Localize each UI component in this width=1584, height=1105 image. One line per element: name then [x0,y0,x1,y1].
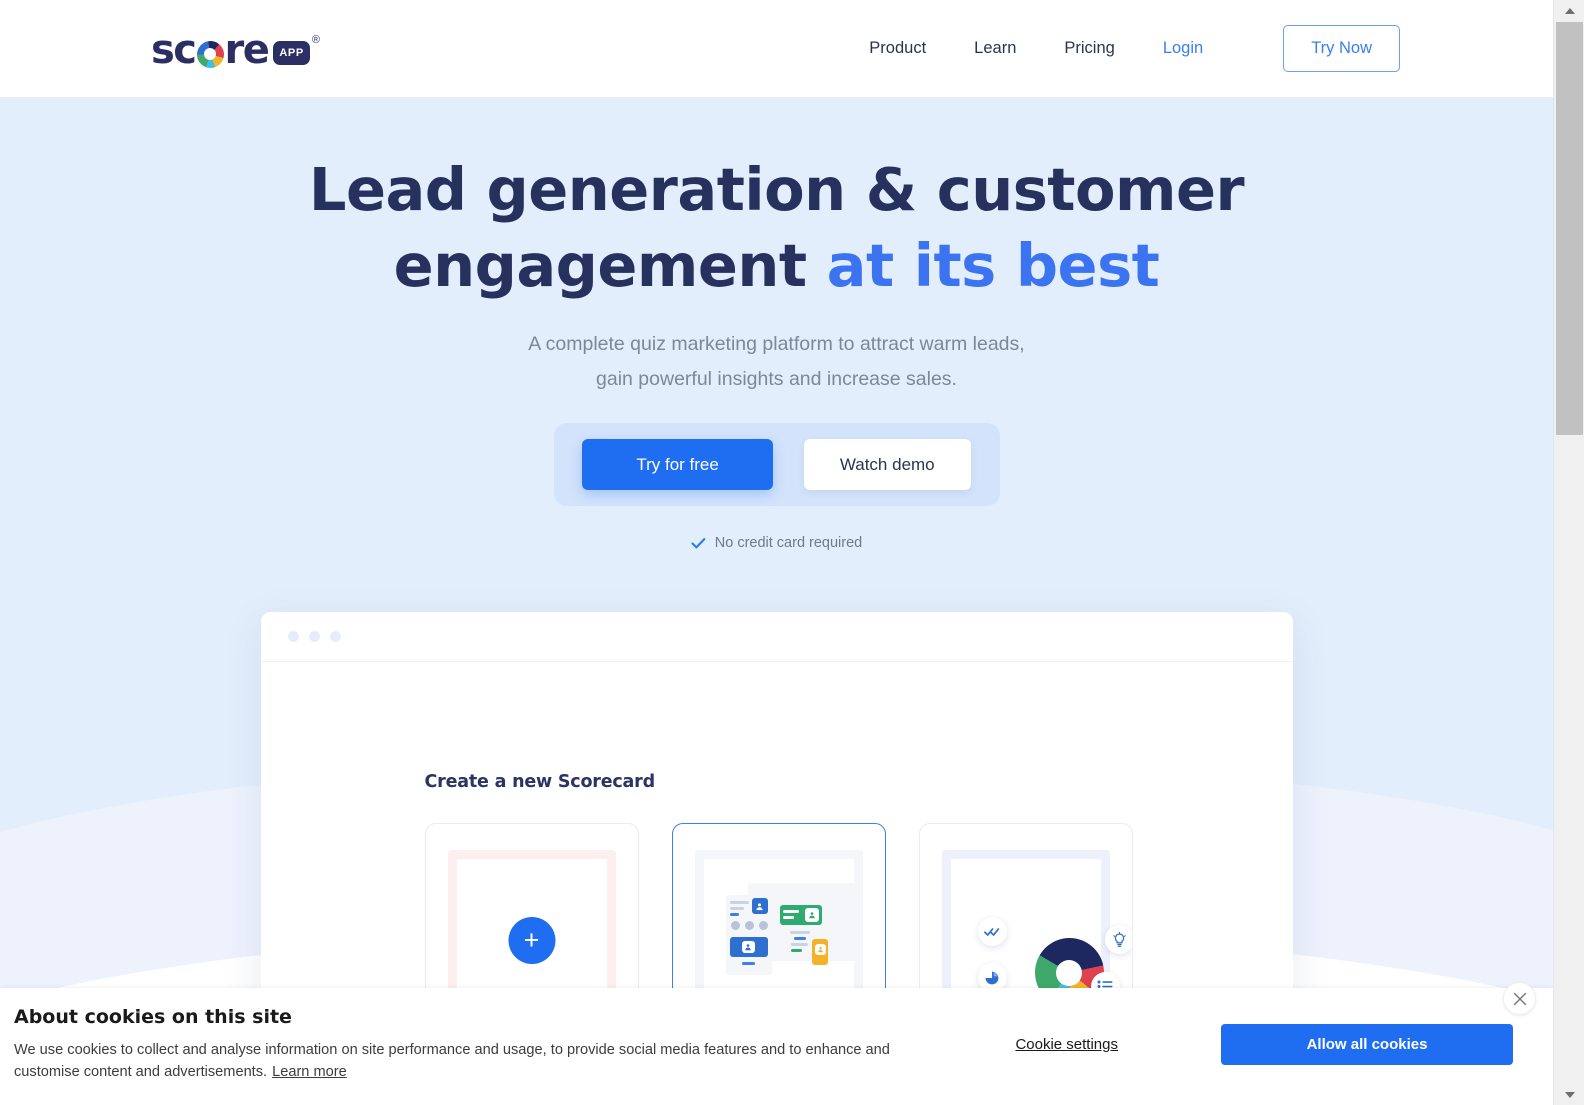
registered-mark: ® [311,34,320,46]
check-icon [691,537,706,550]
top-navigation-bar: sc re APP ® Product Learn Pricing Login … [0,0,1553,97]
cookie-banner-body: We use cookies to collect and analyse in… [14,1039,894,1083]
template-avatar-yellow [814,944,826,955]
create-scorecard-heading: Create a new Scorecard [424,772,656,792]
template-line [782,910,799,913]
cookie-banner-description: We use cookies to collect and analyse in… [14,1042,890,1080]
hero-title-line1: Lead generation & customer [308,155,1245,224]
hero-cta-panel: Try for free Watch demo [553,423,1000,506]
template-line-accent [729,913,739,916]
donut-chart-icon [196,40,224,68]
mockup-body: Create a new Scorecard + [261,662,1293,1023]
template-dot [744,921,754,930]
template-line [789,931,810,934]
hero-subtitle-line1: A complete quiz marketing platform to at… [528,333,968,355]
main-nav: Product Learn Pricing Login Try Now [845,0,1400,97]
scroll-up-arrow-icon[interactable] [1554,0,1584,21]
template-line-accent [741,962,755,965]
try-now-button[interactable]: Try Now [1283,25,1400,72]
template-line-accent [790,949,802,952]
window-dot-close [287,631,299,642]
mockup-window-bar [260,612,1293,662]
window-dot-minimize [308,631,320,642]
template-line [729,907,744,910]
scrollbar-thumb[interactable] [1556,22,1583,435]
scoreapp-logo[interactable]: sc re APP ® [151,27,320,73]
product-screenshot-mockup: Create a new Scorecard + [260,612,1293,1032]
page-title: Lead generation & customer engagement at… [0,152,1553,304]
add-plus-icon[interactable]: + [508,917,555,964]
cookie-banner-actions: Cookie settings Allow all cookies [949,1024,1513,1065]
template-line [790,943,808,946]
hero-section: Lead generation & customer engagement at… [0,97,1553,1105]
nav-item-login[interactable]: Login [1139,39,1227,58]
nav-item-learn[interactable]: Learn [950,39,1040,58]
vertical-scrollbar[interactable] [1553,0,1584,1105]
hero-title-accent: at its best [826,231,1160,300]
allow-all-cookies-button[interactable]: Allow all cookies [1221,1024,1513,1065]
window-dot-maximize [329,631,341,642]
lightbulb-icon [1104,925,1132,954]
learn-more-link[interactable]: Learn more [272,1064,347,1080]
logo-text-re: re [224,27,270,73]
no-credit-card-note: No credit card required [0,535,1553,551]
try-for-free-button[interactable]: Try for free [582,439,773,490]
template-avatar-inner [741,941,755,953]
cookie-banner-text: About cookies on this site We use cookie… [14,1006,949,1083]
template-dot [758,921,768,930]
watch-demo-button[interactable]: Watch demo [803,439,971,490]
cookie-settings-link[interactable]: Cookie settings [1015,1036,1118,1053]
nav-item-product[interactable]: Product [845,39,950,58]
cookie-banner-title: About cookies on this site [14,1006,292,1028]
page-viewport: sc re APP ® Product Learn Pricing Login … [0,0,1553,1105]
double-check-icon [977,917,1007,946]
nav-item-pricing[interactable]: Pricing [1040,39,1138,58]
hero-content: Lead generation & customer engagement at… [0,152,1553,1032]
template-dot [730,921,740,930]
template-avatar-blue [751,898,768,914]
template-line-accent [793,937,806,940]
cookie-consent-banner: About cookies on this site We use cookie… [0,988,1553,1105]
hero-subtitle: A complete quiz marketing platform to at… [527,327,1027,397]
template-avatar-green [804,908,819,922]
logo-app-badge: APP [273,41,310,65]
template-line [729,901,749,904]
template-line [782,916,794,919]
close-icon[interactable] [1503,982,1536,1015]
hero-title-line2: engagement [393,231,827,300]
logo-wordmark: sc re [151,27,270,73]
no-credit-card-label: No credit card required [714,535,863,551]
scroll-down-arrow-icon[interactable] [1554,1084,1584,1105]
logo-text-sc: sc [151,27,197,73]
